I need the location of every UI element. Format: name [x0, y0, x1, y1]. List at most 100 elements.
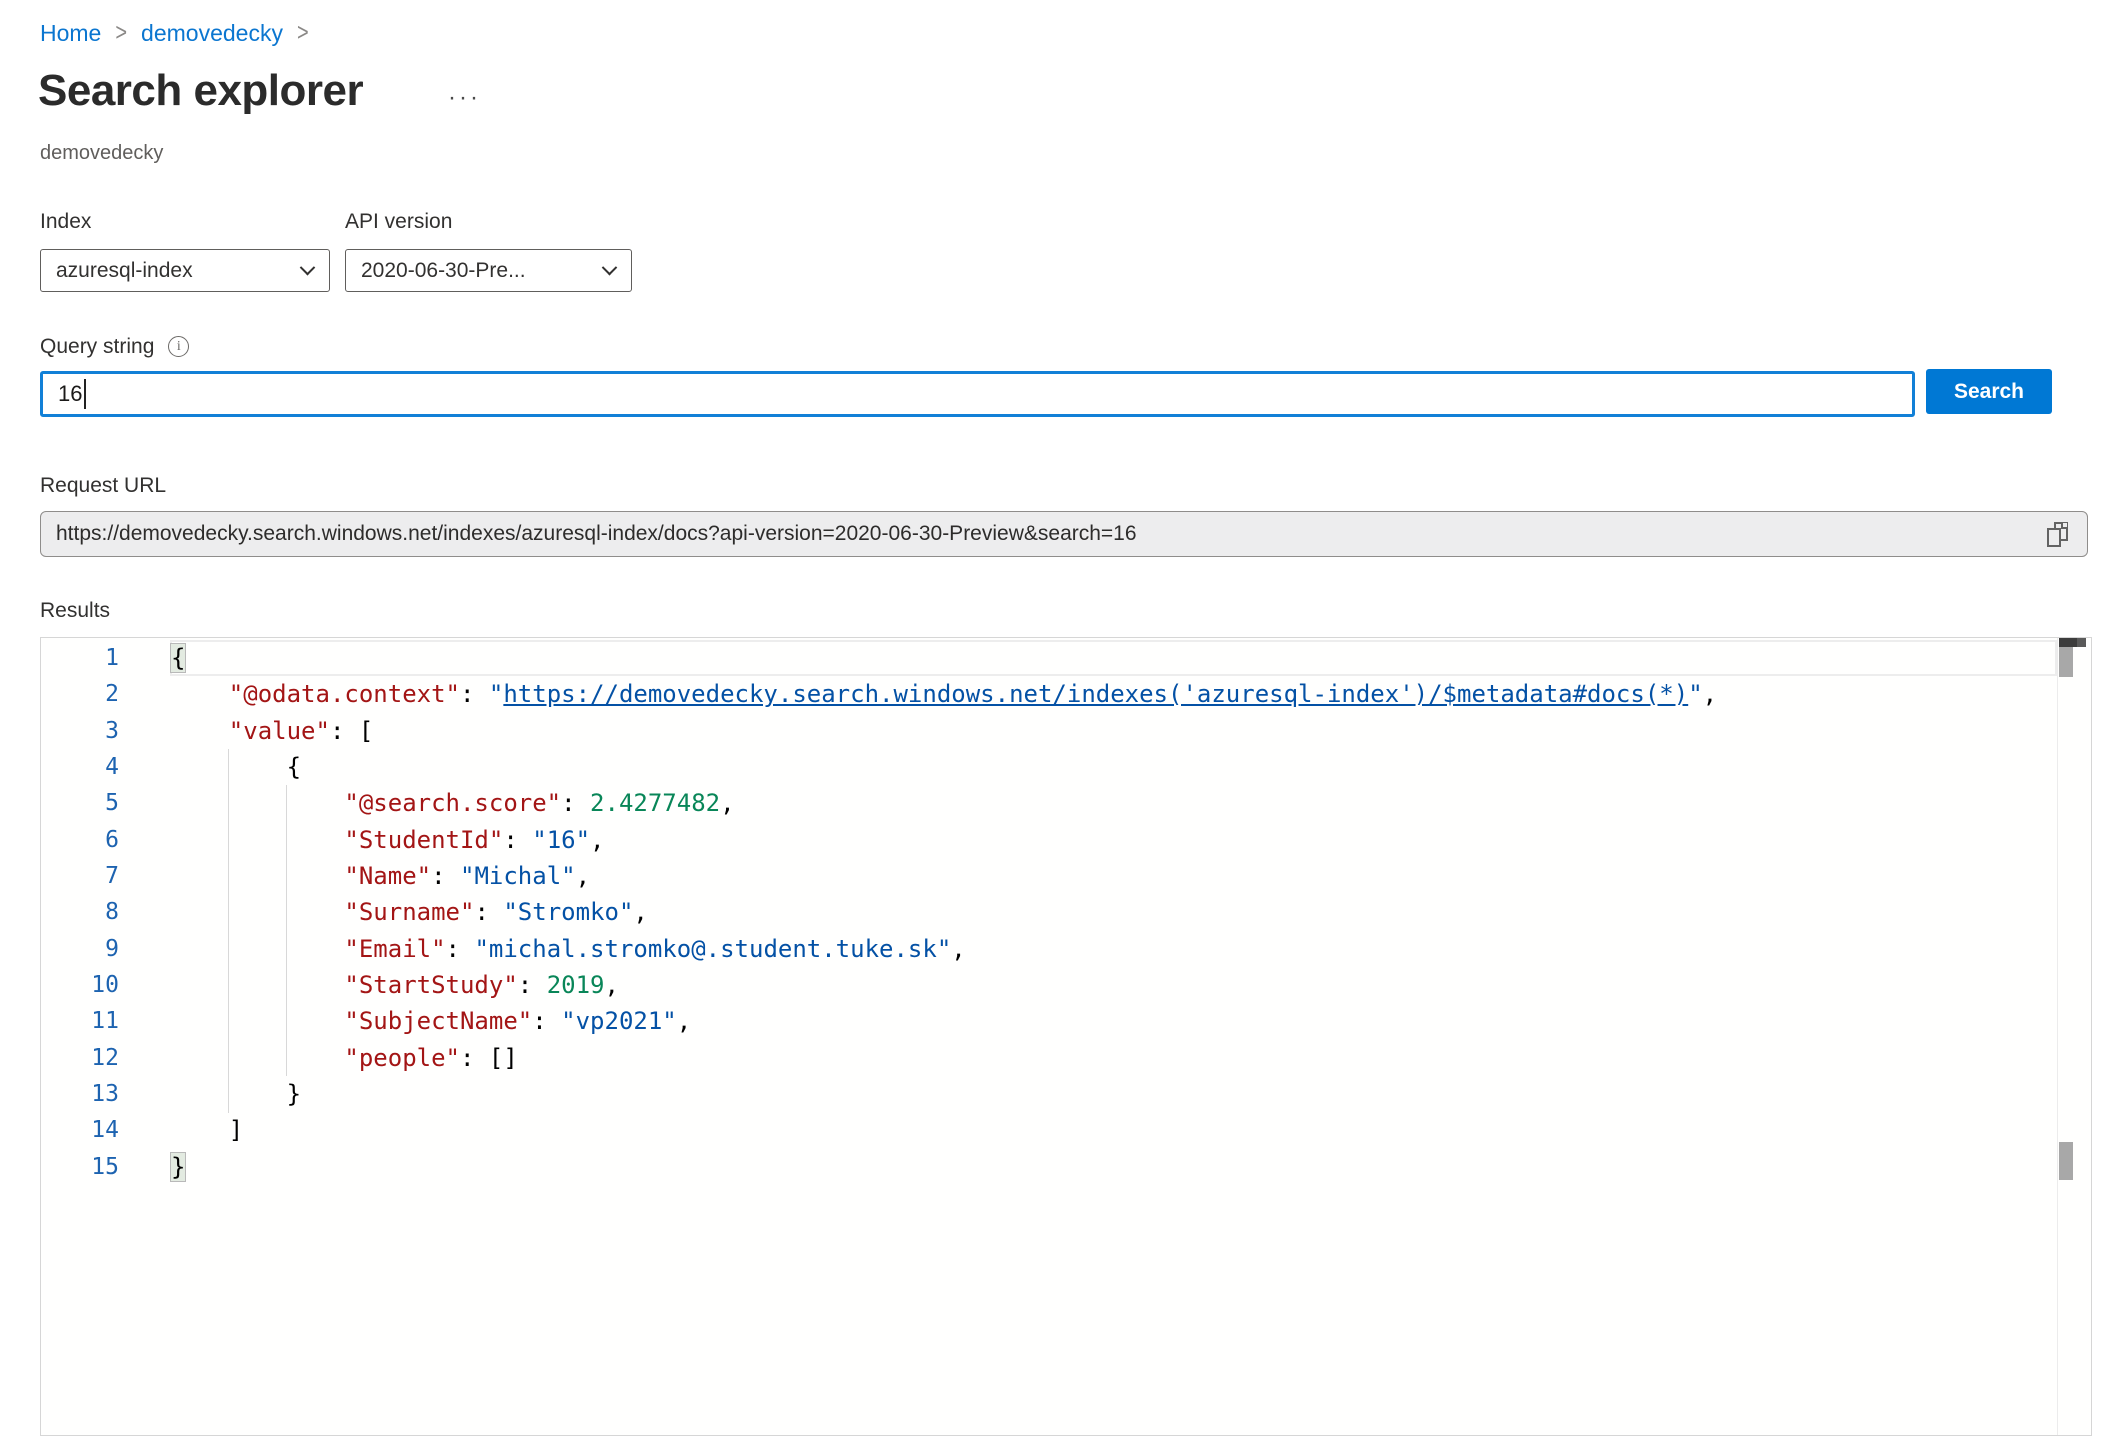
- code-line[interactable]: 12 "people": []: [41, 1040, 2091, 1076]
- code-line-text: "StudentId": "16",: [171, 822, 605, 858]
- chevron-down-icon: [300, 260, 316, 276]
- line-number: 14: [41, 1112, 171, 1148]
- code-link[interactable]: https://demovedecky.search.windows.net/i…: [503, 680, 1688, 708]
- code-line-text: {: [171, 640, 185, 676]
- line-number: 5: [41, 785, 171, 821]
- code-token: :: [561, 789, 590, 817]
- search-explorer-page: Home > demovedecky > Search explorer ···…: [0, 0, 2102, 1436]
- code-line[interactable]: 14 ]: [41, 1112, 2091, 1148]
- code-token: "16": [532, 826, 590, 854]
- code-token: ": [1688, 680, 1702, 708]
- code-token: }: [171, 1153, 185, 1181]
- request-url-label: Request URL: [40, 474, 166, 498]
- breadcrumb: Home > demovedecky >: [40, 20, 309, 47]
- request-url-value: https://demovedecky.search.windows.net/i…: [56, 522, 1137, 546]
- more-options-button[interactable]: ···: [448, 84, 481, 112]
- breadcrumb-separator: >: [115, 19, 127, 48]
- code-line[interactable]: 7 "Name": "Michal",: [41, 858, 2091, 894]
- code-line-text: "@odata.context": "https://demovedecky.s…: [171, 676, 1717, 712]
- scrollbar-track: [2057, 638, 2058, 1435]
- code-token: ,: [677, 1007, 691, 1035]
- code-line-text: }: [171, 1149, 185, 1185]
- code-line[interactable]: 6 "StudentId": "16",: [41, 822, 2091, 858]
- line-number: 6: [41, 822, 171, 858]
- code-line-text: "SubjectName": "vp2021",: [171, 1003, 691, 1039]
- code-token: "Name": [344, 862, 431, 890]
- code-token: :: [532, 1007, 561, 1035]
- line-number: 9: [41, 931, 171, 967]
- code-token: "people": [344, 1044, 460, 1072]
- code-line-text: "StartStudy": 2019,: [171, 967, 619, 1003]
- text-cursor: [84, 379, 86, 409]
- code-line-text: "Email": "michal.stromko@.student.tuke.s…: [171, 931, 966, 967]
- api-version-dropdown[interactable]: 2020-06-30-Pre...: [345, 249, 632, 292]
- index-dropdown[interactable]: azuresql-index: [40, 249, 330, 292]
- line-number: 4: [41, 749, 171, 785]
- code-token: "StartStudy": [344, 971, 517, 999]
- results-label: Results: [40, 599, 110, 623]
- code-token: ,: [576, 862, 590, 890]
- code-token: {: [171, 644, 185, 672]
- breadcrumb-separator: >: [297, 19, 309, 48]
- code-token: :: [446, 935, 475, 963]
- code-line[interactable]: 10 "StartStudy": 2019,: [41, 967, 2091, 1003]
- index-label: Index: [40, 210, 91, 234]
- results-editor[interactable]: 1{2 "@odata.context": "https://demovedec…: [40, 637, 2092, 1436]
- code-token: ]: [229, 1116, 243, 1144]
- copy-icon[interactable]: [2047, 522, 2071, 548]
- query-string-label-text: Query string: [40, 335, 154, 358]
- code-token: "Surname": [344, 898, 474, 926]
- line-number: 3: [41, 713, 171, 749]
- scrollbar-thumb[interactable]: [2059, 1142, 2073, 1180]
- search-button[interactable]: Search: [1926, 369, 2052, 414]
- query-input[interactable]: 16: [40, 371, 1915, 417]
- scrollbar-thumb[interactable]: [2059, 647, 2073, 677]
- overview-ruler-cursor-marker: [2059, 638, 2086, 647]
- code-token: :: [431, 862, 460, 890]
- code-line[interactable]: 15}: [41, 1149, 2091, 1185]
- page-title: Search explorer: [38, 66, 363, 116]
- code-line[interactable]: 5 "@search.score": 2.4277482,: [41, 785, 2091, 821]
- request-url-field[interactable]: https://demovedecky.search.windows.net/i…: [40, 511, 2088, 557]
- api-version-label: API version: [345, 210, 452, 234]
- code-line[interactable]: 8 "Surname": "Stromko",: [41, 894, 2091, 930]
- code-token: ,: [590, 826, 604, 854]
- code-token: "StudentId": [344, 826, 503, 854]
- breadcrumb-item-demovedecky[interactable]: demovedecky: [141, 20, 283, 47]
- code-token: ,: [720, 789, 734, 817]
- code-line-text: {: [171, 749, 301, 785]
- api-version-dropdown-value: 2020-06-30-Pre...: [361, 259, 526, 283]
- code-line[interactable]: 2 "@odata.context": "https://demovedecky…: [41, 676, 2091, 712]
- code-line-text: "Surname": "Stromko",: [171, 894, 648, 930]
- code-line-text: ]: [171, 1112, 243, 1148]
- code-token: : [: [330, 717, 373, 745]
- code-token: "@search.score": [344, 789, 561, 817]
- code-token: "@odata.context": [229, 680, 460, 708]
- code-token: "Email": [344, 935, 445, 963]
- code-token: :: [460, 680, 489, 708]
- code-line[interactable]: 3 "value": [: [41, 713, 2091, 749]
- code-token: :: [503, 826, 532, 854]
- code-line[interactable]: 11 "SubjectName": "vp2021",: [41, 1003, 2091, 1039]
- info-icon[interactable]: [168, 336, 189, 357]
- line-number: 11: [41, 1003, 171, 1039]
- code-line-text: "people": []: [171, 1040, 518, 1076]
- code-line[interactable]: 1{: [41, 640, 2091, 676]
- line-number: 13: [41, 1076, 171, 1112]
- code-line-text: "@search.score": 2.4277482,: [171, 785, 735, 821]
- line-number: 1: [41, 640, 171, 676]
- breadcrumb-item-home[interactable]: Home: [40, 20, 101, 47]
- code-token: ,: [1703, 680, 1717, 708]
- code-lines: 1{2 "@odata.context": "https://demovedec…: [41, 640, 2091, 1185]
- line-number: 12: [41, 1040, 171, 1076]
- code-line[interactable]: 4 {: [41, 749, 2091, 785]
- copy-icon-fold: [2061, 523, 2067, 529]
- code-line[interactable]: 9 "Email": "michal.stromko@.student.tuke…: [41, 931, 2091, 967]
- copy-icon-front-page: [2047, 528, 2061, 547]
- code-token: 2019: [547, 971, 605, 999]
- code-token: "Michal": [460, 862, 576, 890]
- code-token: "SubjectName": [344, 1007, 532, 1035]
- code-line[interactable]: 13 }: [41, 1076, 2091, 1112]
- line-number: 15: [41, 1149, 171, 1185]
- code-token: "vp2021": [561, 1007, 677, 1035]
